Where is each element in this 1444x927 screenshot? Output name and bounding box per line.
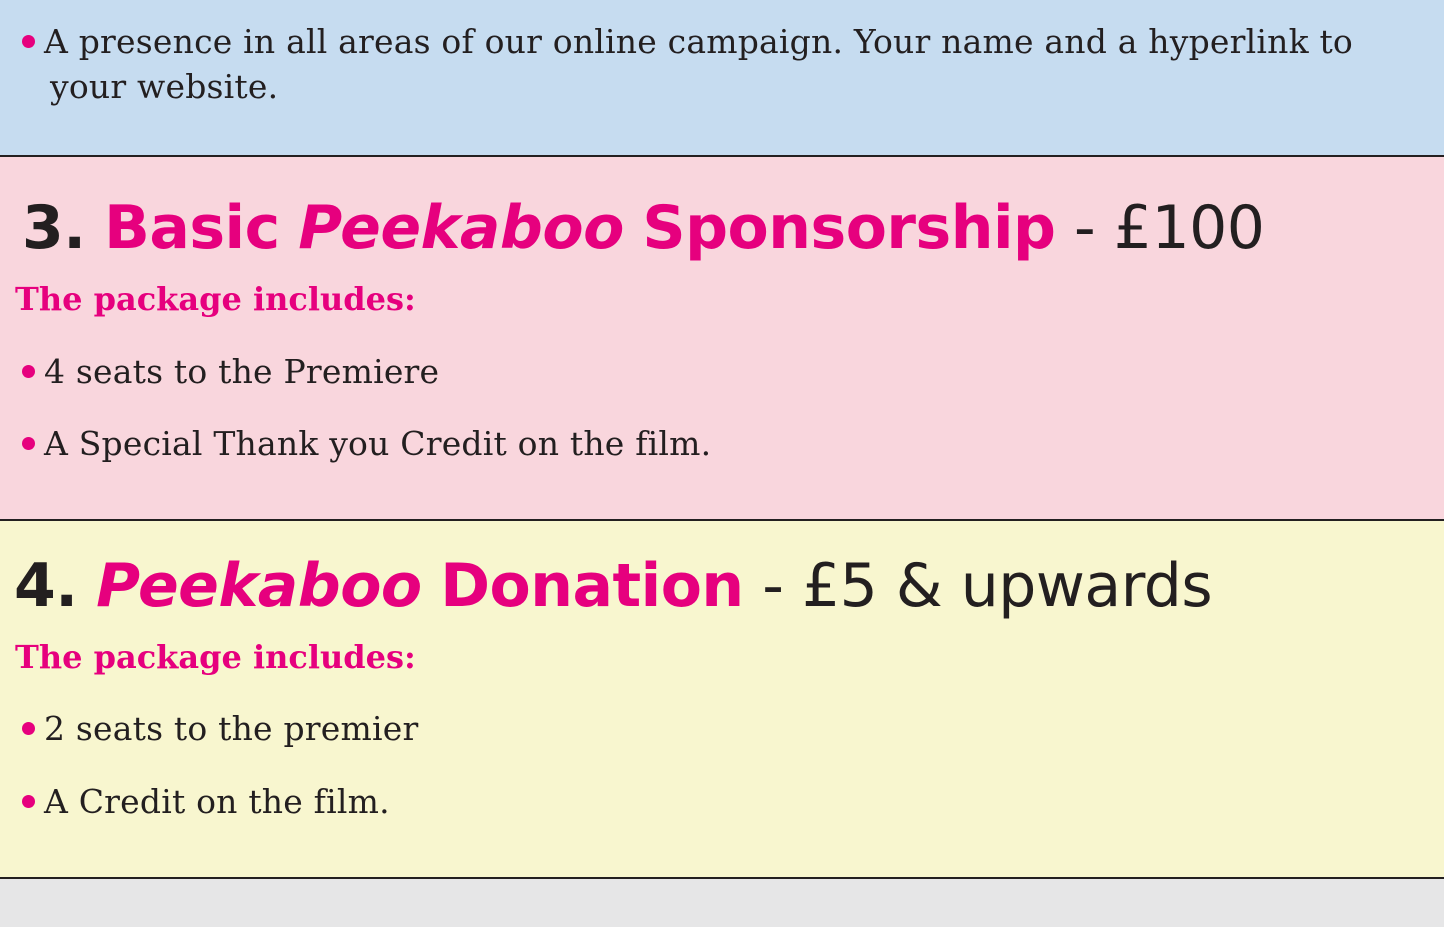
bullet-text: A Special Thank you Credit on the film. <box>44 424 712 463</box>
package-price: - £100 <box>1074 193 1265 263</box>
section-donation: 4. Peekaboo Donation - £5 & upwards The … <box>0 521 1444 879</box>
list-item: 4 seats to the Premiere <box>22 349 439 394</box>
title-suffix: Donation <box>440 551 744 621</box>
bullet-icon <box>22 794 35 808</box>
title-suffix: Sponsorship <box>642 193 1056 263</box>
list-item: A Credit on the film. <box>22 779 390 824</box>
bullet-icon <box>22 364 35 378</box>
list-item: 2 seats to the premier <box>22 706 418 751</box>
list-item: A Special Thank you Credit on the film. <box>22 421 711 466</box>
bullet-icon <box>22 436 35 450</box>
package-title: 3. Basic Peekaboo Sponsorship - £100 <box>22 193 1265 263</box>
bullet-icon <box>22 34 35 48</box>
package-number: 3. <box>22 193 86 263</box>
bullet-text: A Credit on the film. <box>44 782 390 821</box>
package-subheading: The package includes: <box>15 280 416 318</box>
bullet-text-continued: your website. <box>50 67 279 106</box>
bullet-icon <box>22 721 35 735</box>
list-item: A presence in all areas of our online ca… <box>22 19 1353 109</box>
package-price: - £5 & upwards <box>762 551 1213 621</box>
brand-name: Peekaboo <box>96 551 422 621</box>
brand-name: Peekaboo <box>298 193 624 263</box>
package-title: 4. Peekaboo Donation - £5 & upwards <box>14 551 1213 621</box>
bullet-text: 2 seats to the premier <box>44 709 419 748</box>
section-previous-package: A presence in all areas of our online ca… <box>0 0 1444 157</box>
bullet-text: 4 seats to the Premiere <box>44 352 440 391</box>
package-number: 4. <box>14 551 78 621</box>
package-subheading: The package includes: <box>15 638 416 676</box>
bullet-text: A presence in all areas of our online ca… <box>44 22 1353 61</box>
title-prefix: Basic <box>104 193 280 263</box>
section-basic-sponsorship: 3. Basic Peekaboo Sponsorship - £100 The… <box>0 157 1444 521</box>
